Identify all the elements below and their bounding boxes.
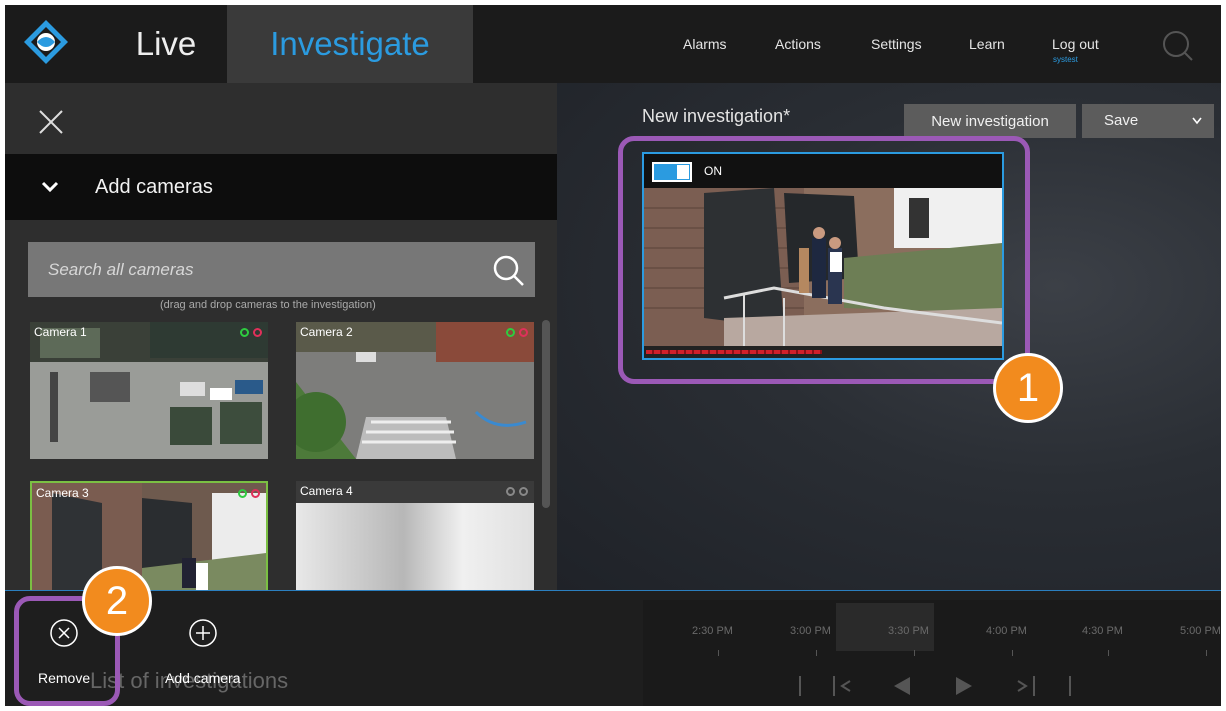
status-dot-gray-icon	[506, 487, 515, 496]
status-dot-green-icon	[240, 328, 249, 337]
milestone-logo-icon[interactable]	[23, 19, 69, 65]
chevron-down-icon[interactable]	[1192, 117, 1202, 125]
highlight-box-1	[618, 136, 1030, 384]
add-camera-label: Add camera	[165, 670, 241, 686]
timeline-tick	[816, 650, 817, 656]
status-dot-red-icon	[251, 489, 260, 498]
add-cameras-header[interactable]: Add cameras	[5, 154, 557, 220]
drag-hint: (drag and drop cameras to the investigat…	[160, 299, 376, 311]
play-icon[interactable]	[952, 673, 976, 699]
camera-name: Camera 4	[300, 484, 353, 498]
menu-learn[interactable]: Learn	[969, 5, 1005, 83]
camera-status	[506, 487, 528, 496]
search-icon[interactable]	[491, 253, 525, 287]
status-dot-green-icon	[506, 328, 515, 337]
camera-thumbnail-1[interactable]: Camera 1	[30, 322, 268, 459]
top-bar: Live Investigate Alarms Actions Settings…	[5, 5, 1221, 83]
chevron-down-icon	[41, 181, 59, 193]
search-input[interactable]	[28, 242, 488, 297]
callout-badge-2: 2	[82, 566, 152, 636]
timeline-label: 3:00 PM	[790, 625, 831, 637]
step-forward-icon[interactable]	[1014, 673, 1038, 699]
section-title: Add cameras	[95, 175, 213, 198]
menu-logout[interactable]: Log out	[1052, 5, 1099, 83]
camera-1-preview	[30, 322, 268, 459]
camera-status	[238, 489, 260, 498]
menu-actions[interactable]: Actions	[775, 5, 821, 83]
camera-thumbnail-2[interactable]: Camera 2	[296, 322, 534, 459]
timeline-label: 4:30 PM	[1082, 625, 1123, 637]
timeline-label: 5:00 PM	[1180, 625, 1221, 637]
new-investigation-button[interactable]: New investigation	[904, 104, 1076, 138]
camera-list-scrollbar[interactable]	[542, 320, 550, 508]
timeline-tick	[1012, 650, 1013, 656]
menu-alarms[interactable]: Alarms	[683, 5, 727, 83]
save-button-label: Save	[1104, 112, 1139, 129]
add-circle-icon	[188, 619, 217, 647]
tab-investigate[interactable]: Investigate	[227, 5, 473, 83]
camera-name: Camera 1	[34, 325, 87, 339]
save-button[interactable]: Save	[1082, 104, 1214, 138]
search-icon[interactable]	[1161, 29, 1193, 61]
timeline-label: 4:00 PM	[986, 625, 1027, 637]
status-dot-red-icon	[253, 328, 262, 337]
tab-live[interactable]: Live	[105, 5, 227, 83]
step-back-icon[interactable]	[830, 673, 854, 699]
investigation-title: New investigation*	[642, 106, 791, 126]
menu-settings[interactable]: Settings	[871, 5, 922, 83]
timeline-tick	[914, 650, 915, 656]
play-reverse-icon[interactable]	[890, 673, 914, 699]
status-dot-red-icon	[519, 328, 528, 337]
camera-name: Camera 2	[300, 325, 353, 339]
skip-start-icon[interactable]	[790, 673, 810, 699]
camera-search	[28, 242, 535, 297]
logged-in-user: systest	[1053, 55, 1078, 64]
camera-status	[506, 328, 528, 337]
close-icon[interactable]	[36, 107, 66, 137]
camera-2-preview	[296, 322, 534, 459]
status-dot-gray-icon	[519, 487, 528, 496]
status-dot-green-icon	[238, 489, 247, 498]
timeline-label: 3:30 PM	[888, 625, 929, 637]
timeline-tick	[718, 650, 719, 656]
callout-badge-1: 1	[993, 353, 1063, 423]
timeline-label: 2:30 PM	[692, 625, 733, 637]
add-camera-button[interactable]: Add camera	[165, 618, 240, 686]
skip-end-icon[interactable]	[1060, 673, 1080, 699]
timeline-tick	[1108, 650, 1109, 656]
camera-status	[240, 328, 262, 337]
timeline-tick	[1206, 650, 1207, 656]
camera-name: Camera 3	[36, 486, 89, 500]
